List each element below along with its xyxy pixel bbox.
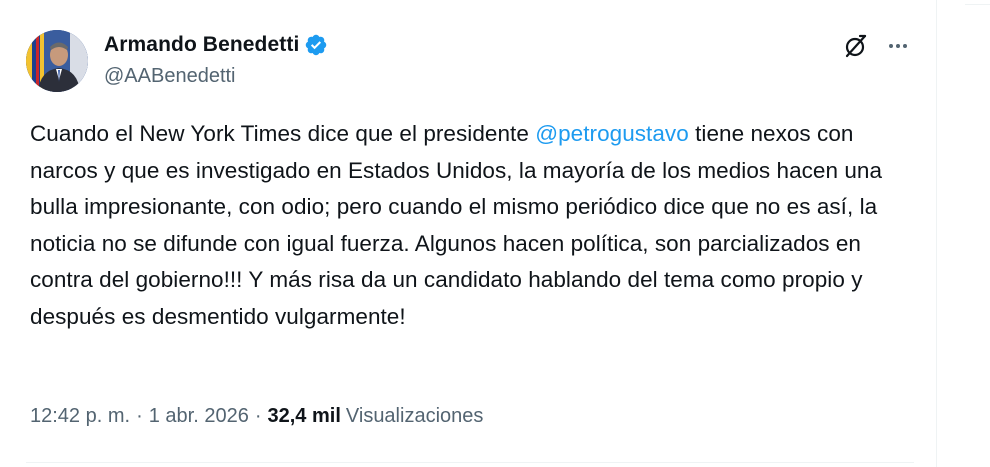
tweet-text: Cuando el New York Times dice que el pre… (30, 116, 910, 335)
grok-icon (845, 34, 867, 58)
tweet-time[interactable]: 12:42 p. m. (30, 405, 130, 428)
author-name-row[interactable]: Armando Benedetti (104, 33, 328, 57)
views-label[interactable]: Visualizaciones (346, 405, 484, 428)
tweet-date[interactable]: 1 abr. 2026 (149, 405, 249, 428)
tweet-text-after: tiene nexos con narcos y que es investig… (30, 121, 883, 329)
profile-photo (26, 30, 88, 92)
more-options-button[interactable] (882, 30, 914, 62)
meta-separator: · (136, 405, 143, 427)
avatar[interactable] (26, 30, 88, 92)
verified-badge-icon[interactable] (304, 33, 328, 57)
divider (26, 462, 914, 463)
author-handle[interactable]: @AABenedetti (104, 65, 236, 88)
meta-separator-2: · (254, 405, 262, 427)
author-name[interactable]: Armando Benedetti (104, 33, 299, 57)
tweet-text-before: Cuando el New York Times dice que el pre… (30, 121, 536, 146)
page-edge (937, 0, 990, 467)
mention-link[interactable]: @petrogustavo (535, 121, 689, 146)
views-count[interactable]: 32,4 mil (268, 405, 341, 428)
tweet-card: Armando Benedetti @AABenedetti Cuando el… (0, 0, 937, 467)
grok-button[interactable] (840, 30, 872, 62)
more-horizontal-icon (889, 44, 907, 48)
edge-divider (965, 4, 990, 5)
tweet-meta: 12:42 p. m. · 1 abr. 2026 · 32,4 mil Vis… (30, 405, 483, 428)
